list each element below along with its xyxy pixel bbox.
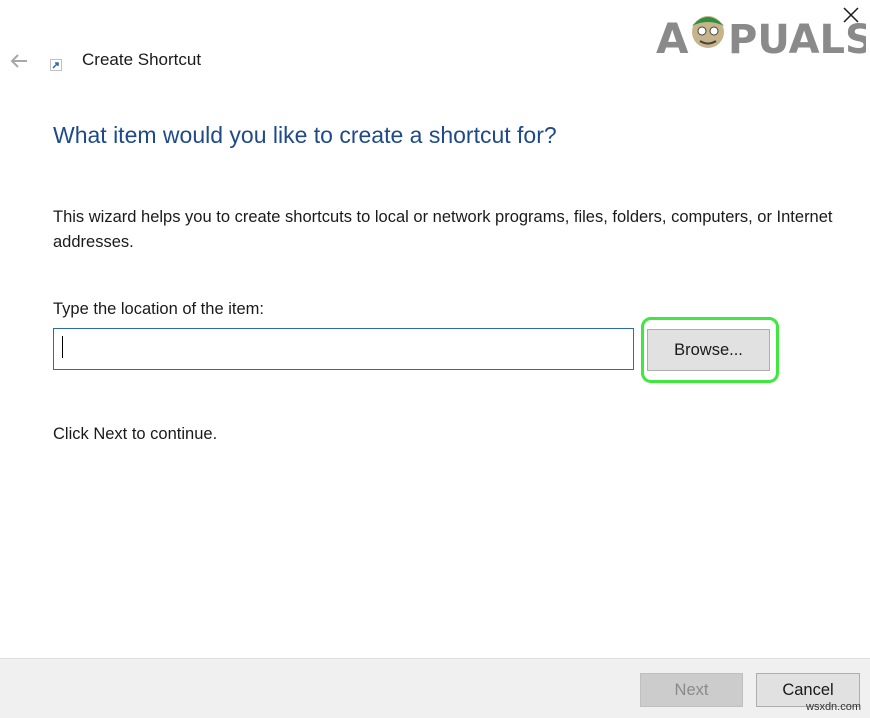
next-button[interactable]: Next (640, 673, 743, 707)
wizard-description: This wizard helps you to create shortcut… (53, 208, 833, 251)
svg-text:A: A (656, 14, 689, 60)
close-icon[interactable] (840, 4, 862, 26)
back-arrow-icon[interactable] (8, 50, 30, 72)
browse-button[interactable]: Browse... (647, 329, 770, 371)
location-input[interactable] (53, 328, 634, 370)
create-shortcut-window: Create Shortcut A PUALS What item would … (0, 0, 870, 718)
location-label: Type the location of the item: (53, 300, 264, 318)
text-caret (62, 336, 63, 358)
window-title: Create Shortcut (82, 50, 202, 69)
appuals-watermark-logo: A PUALS (656, 6, 870, 63)
page-heading: What item would you like to create a sho… (53, 122, 557, 148)
continue-instruction: Click Next to continue. (53, 425, 218, 443)
corner-watermark-text: wsxdn.com (806, 701, 862, 713)
shortcut-icon (50, 58, 62, 71)
